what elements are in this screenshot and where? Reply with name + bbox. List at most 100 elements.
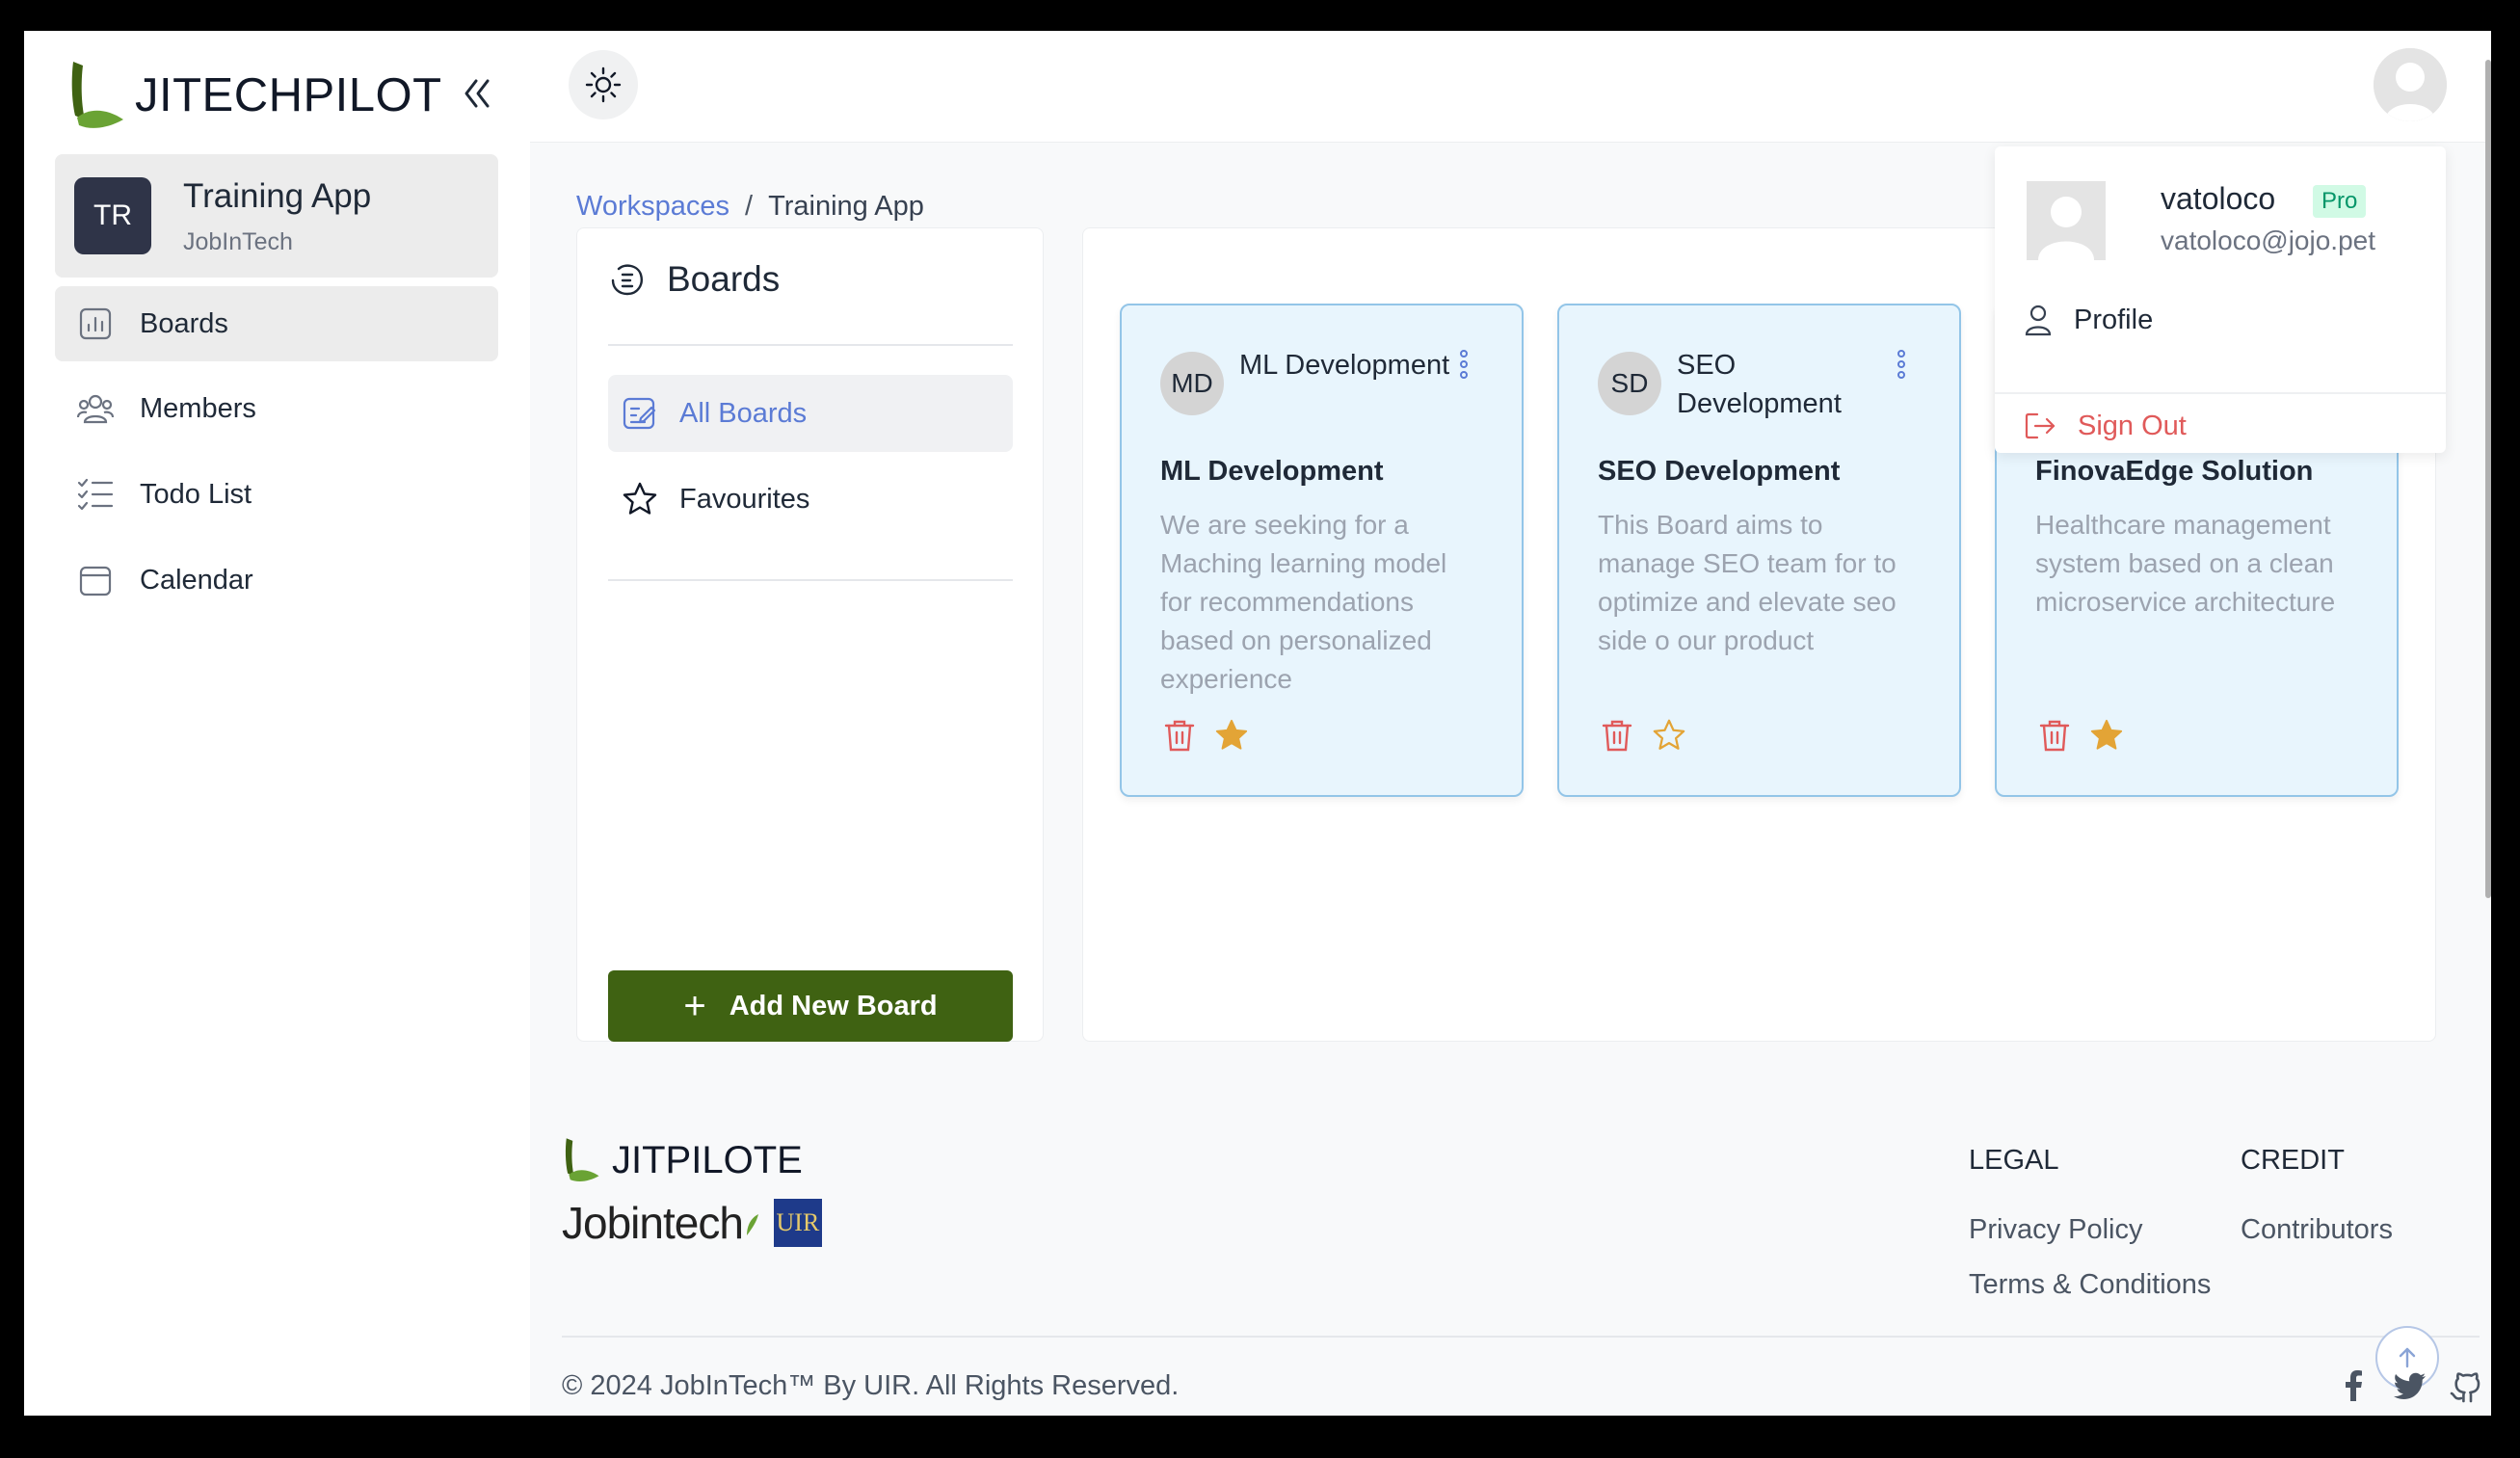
contributors-link[interactable]: Contributors	[2241, 1214, 2393, 1246]
board-title: FinovaEdge Solution	[2035, 456, 2314, 487]
breadcrumb-workspaces-link[interactable]: Workspaces	[576, 191, 729, 223]
kebab-menu-icon	[1897, 350, 1905, 379]
copyright-text: © 2024 JobInTech™ By UIR. All Rights Res…	[562, 1370, 1180, 1401]
board-card[interactable]: MD ML Development ML Development We are …	[1120, 304, 1524, 797]
board-menu-button[interactable]	[1892, 348, 1911, 386]
breadcrumb-current: Training App	[768, 191, 924, 222]
trash-icon[interactable]	[1162, 718, 1197, 753]
boards-panel-header: Boards	[609, 259, 780, 300]
sun-icon	[585, 66, 622, 103]
filter-label: Favourites	[679, 483, 810, 515]
workspace-avatar: TR	[74, 177, 151, 254]
user-avatar-button[interactable]	[2374, 48, 2447, 121]
board-title: SEO Development	[1598, 456, 1841, 487]
user-email: vatoloco@jojo.pet	[2161, 225, 2376, 255]
menu-item-profile[interactable]: Profile	[1995, 281, 2446, 358]
footer-logo[interactable]: JITPILOTE	[562, 1137, 803, 1183]
breadcrumb: Workspaces / Training App	[576, 191, 924, 223]
privacy-policy-link[interactable]: Privacy Policy	[1969, 1214, 2143, 1246]
board-actions	[1600, 718, 1686, 753]
partner-logos: Jobintech UIR	[562, 1197, 822, 1249]
logo-text: JITECHPILOT	[135, 69, 442, 121]
leaf-sprout-icon	[743, 1208, 762, 1237]
workspace-card[interactable]: TR Training App JobInTech	[55, 154, 498, 278]
edit-board-icon	[622, 395, 658, 432]
users-icon	[76, 389, 115, 428]
logo-leaf-icon	[67, 60, 127, 131]
trash-icon[interactable]	[1600, 718, 1634, 753]
board-description: Healthcare management system based on a …	[2035, 510, 2336, 617]
sidebar-item-label: Calendar	[140, 564, 253, 596]
top-bar	[530, 31, 2491, 143]
sidebar-item-label: Members	[140, 392, 256, 424]
double-chevron-left-icon	[463, 77, 491, 110]
divider	[608, 344, 1013, 346]
board-title: ML Development	[1160, 456, 1384, 487]
user-menu-dropdown: vatoloco Pro vatoloco@jojo.pet Profile S…	[1995, 146, 2446, 453]
trash-icon[interactable]	[2037, 718, 2072, 753]
sidebar-item-label: Todo List	[140, 478, 252, 510]
board-actions	[1162, 718, 1249, 753]
add-new-board-button[interactable]: + Add New Board	[608, 970, 1013, 1042]
user-icon	[2024, 304, 2053, 336]
sidebar-item-calendar[interactable]: Calendar	[55, 543, 498, 618]
app-window: JITECHPILOT TR Training App JobInTech Bo…	[24, 31, 2491, 1416]
logo-leaf-icon	[562, 1137, 602, 1183]
collapse-sidebar-button[interactable]	[453, 69, 501, 118]
sidebar-item-members[interactable]: Members	[55, 371, 498, 446]
workspace-org: JobInTech	[183, 228, 293, 255]
add-new-board-label: Add New Board	[729, 990, 938, 1021]
workspace-name: Training App	[183, 177, 372, 215]
arrow-up-icon	[2397, 1345, 2418, 1370]
board-menu-button[interactable]	[1454, 348, 1473, 386]
sidebar-item-boards[interactable]: Boards	[55, 286, 498, 361]
boards-panel: Boards All Boards Favourites + Add New B…	[576, 227, 1044, 1042]
jobintech-logo: Jobintech	[562, 1198, 744, 1248]
board-card[interactable]: SD SEO Development SEO Development This …	[1557, 304, 1961, 797]
board-header-name: SEO Development	[1677, 350, 1842, 419]
github-icon[interactable]	[2449, 1368, 2483, 1403]
star-outline-icon	[622, 481, 658, 517]
bar-chart-icon	[76, 305, 115, 343]
username: vatoloco	[2161, 181, 2276, 216]
footer-legal-heading: LEGAL	[1969, 1145, 2059, 1176]
board-avatar: SD	[1598, 352, 1661, 415]
boards-panel-title: Boards	[667, 259, 781, 299]
dropdown-avatar	[2027, 181, 2106, 260]
divider	[1995, 392, 2446, 394]
filter-label: All Boards	[679, 397, 808, 429]
app-logo[interactable]: JITECHPILOT	[67, 60, 442, 131]
kebab-menu-icon	[1460, 350, 1468, 379]
menu-item-label: Profile	[2074, 304, 2154, 335]
filter-all-boards[interactable]: All Boards	[608, 375, 1013, 452]
menu-item-sign-out[interactable]: Sign Out	[1995, 399, 2446, 453]
divider	[562, 1336, 2480, 1338]
terms-conditions-link[interactable]: Terms & Conditions	[1969, 1269, 2211, 1301]
board-description: This Board aims to manage SEO team for t…	[1598, 510, 1897, 655]
star-filled-icon[interactable]	[1214, 718, 1249, 753]
boards-icon	[609, 261, 646, 298]
sidebar-item-todo-list[interactable]: Todo List	[55, 457, 498, 532]
calendar-icon	[76, 561, 115, 599]
page-scrollbar[interactable]	[2485, 60, 2491, 898]
sidebar-item-label: Boards	[140, 307, 228, 339]
facebook-icon[interactable]	[2337, 1368, 2372, 1403]
footer-credit-heading: CREDIT	[2241, 1145, 2345, 1176]
board-header-name: ML Development	[1239, 350, 1450, 381]
divider	[608, 579, 1013, 581]
star-filled-icon[interactable]	[2089, 718, 2124, 753]
star-outline-icon[interactable]	[1652, 718, 1686, 753]
social-links	[2337, 1368, 2483, 1403]
theme-toggle-button[interactable]	[569, 50, 638, 119]
filter-favourites[interactable]: Favourites	[608, 461, 1013, 538]
plus-icon: +	[683, 985, 706, 1027]
board-description: We are seeking for a Maching learning mo…	[1160, 510, 1447, 694]
twitter-icon[interactable]	[2393, 1368, 2427, 1403]
breadcrumb-separator: /	[745, 191, 754, 222]
board-actions	[2037, 718, 2124, 753]
sidebar: JITECHPILOT TR Training App JobInTech Bo…	[24, 31, 530, 1416]
plan-badge: Pro	[2313, 185, 2367, 218]
uir-logo: UIR	[773, 1199, 822, 1247]
user-silhouette-icon	[2027, 181, 2106, 260]
sign-out-icon	[2024, 411, 2056, 441]
